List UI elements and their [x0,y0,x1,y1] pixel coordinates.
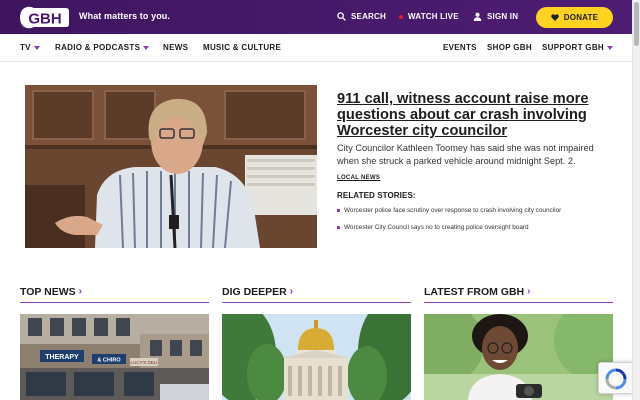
nav-item-support-gbh[interactable]: SUPPORT GBH [542,43,613,52]
sign-in-label: SIGN IN [487,12,519,21]
dig-deeper-photo [222,314,411,400]
top-bar: GBH What matters to you. SEARCH WATCH LI… [0,0,632,34]
nav-item-label: MUSIC & CULTURE [203,43,282,52]
search-button[interactable]: SEARCH [337,12,386,21]
dig-deeper-image[interactable] [222,314,411,400]
chevron-right-icon: › [78,286,82,297]
hero-headline-link[interactable]: 911 call, witness account raise more que… [337,91,607,139]
search-label: SEARCH [351,12,386,21]
caret-down-icon [33,45,40,50]
nav-item-label: RADIO & PODCASTS [55,43,141,52]
live-dot-icon [399,14,403,19]
watch-live-button[interactable]: WATCH LIVE [399,12,459,21]
search-icon [337,12,346,21]
caret-down-icon [143,45,150,50]
nav-item-label: TV [20,43,31,52]
section-title: DIG DEEPER [222,286,287,298]
related-story-link[interactable]: Worcester City Council says no to creati… [337,224,529,231]
nav-item-events[interactable]: EVENTS [443,43,477,52]
nav-item-news[interactable]: NEWS [163,43,188,52]
section-heading-dig-deeper[interactable]: DIG DEEPER › [222,286,411,303]
nav-item-music-culture[interactable]: MUSIC & CULTURE [203,43,281,52]
section-title: TOP NEWS [20,286,76,298]
donate-button[interactable]: DONATE [536,7,613,28]
scrollbar-thumb[interactable] [634,2,639,46]
latest-from-gbh-image[interactable] [424,314,613,400]
watch-live-label: WATCH LIVE [408,12,459,21]
heart-icon [551,14,559,21]
related-story-label: Worcester police face scrutiny over resp… [344,207,562,214]
nav-item-tv[interactable]: TV [20,43,40,52]
nav-item-label: SHOP GBH [487,43,532,52]
top-news-photo: THERAPY & CHIRO LUCY'S DELI [20,314,209,400]
related-story-link[interactable]: Worcester police face scrutiny over resp… [337,207,561,214]
hero-image[interactable] [25,85,317,248]
nav-item-shop-gbh[interactable]: SHOP GBH [487,43,532,52]
hero-description: City Councilor Kathleen Toomey has said … [337,143,594,166]
recaptcha-badge[interactable] [598,362,632,394]
bullet-icon [337,209,340,212]
section-title: LATEST FROM GBH [424,286,525,298]
tagline: What matters to you. [79,11,171,21]
nav-item-label: SUPPORT GBH [542,43,604,52]
nav-item-label: NEWS [163,43,189,52]
section-heading-latest-from-gbh[interactable]: LATEST FROM GBH › [424,286,613,303]
sign-deli-text: LUCY'S DELI [130,360,157,365]
hero-photo [25,85,317,248]
nav-item-radio-podcasts[interactable]: RADIO & PODCASTS [55,43,150,52]
page-scrollbar[interactable] [632,0,640,400]
related-stories-heading: RELATED STORIES: [337,191,416,200]
related-story-label: Worcester City Council says no to creati… [344,224,529,231]
user-icon [473,12,482,21]
nav-item-label: EVENTS [443,43,477,52]
bullet-icon [337,226,340,229]
sign-chiro-text: & CHIRO [97,358,121,364]
logo-text: GBH [28,11,61,28]
donate-label: DONATE [563,13,599,22]
section-heading-top-news[interactable]: TOP NEWS › [20,286,209,303]
top-news-image[interactable]: THERAPY & CHIRO LUCY'S DELI [20,314,209,400]
recaptcha-icon [605,368,627,390]
main-nav: TV RADIO & PODCASTS NEWS MUSIC & CULTURE… [0,34,632,62]
caret-down-icon [606,45,613,50]
chevron-right-icon: › [527,286,531,297]
latest-from-gbh-photo [424,314,613,400]
sign-therapy-text: THERAPY [45,354,79,361]
sign-in-button[interactable]: SIGN IN [473,12,518,21]
gbh-logo[interactable]: GBH [20,5,70,30]
chevron-right-icon: › [289,286,294,297]
hero-category-tag[interactable]: LOCAL NEWS [337,175,380,181]
